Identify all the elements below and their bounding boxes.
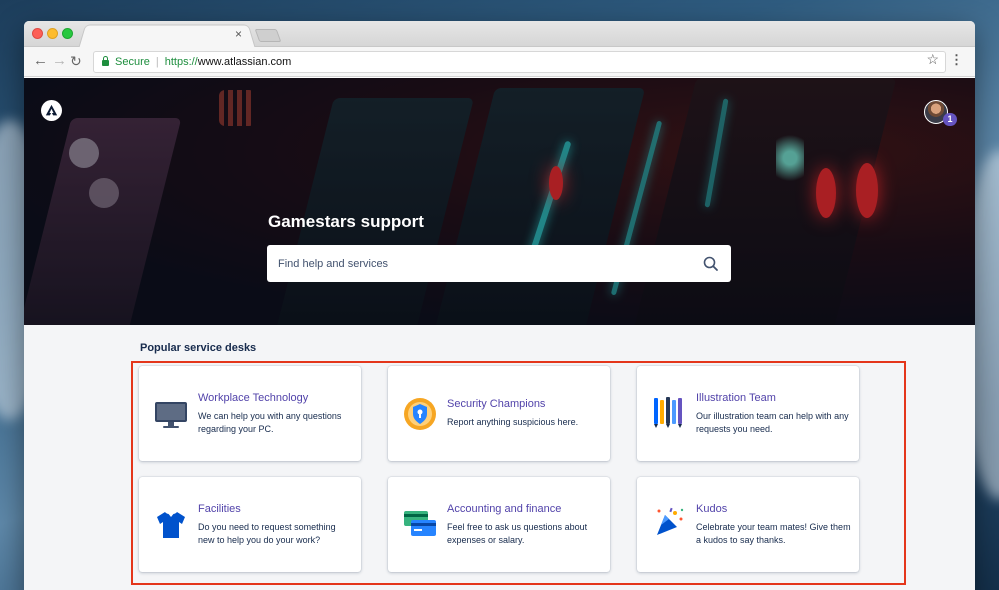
reload-icon[interactable]: ↻ (70, 52, 82, 70)
service-desk-card-accounting-finance[interactable]: Accounting and finance Feel free to ask … (388, 477, 610, 572)
tab-bar: × (24, 21, 975, 48)
url-host: www.atlassian.com (197, 56, 292, 68)
pencils-icon (654, 397, 682, 428)
tab-close-icon[interactable]: × (235, 27, 242, 41)
monitor-icon (155, 402, 187, 428)
card-title[interactable]: Accounting and finance (447, 503, 561, 515)
card-description: Do you need to request something new to … (198, 522, 336, 545)
window-minimize-button[interactable] (47, 28, 58, 39)
forward-arrow-icon[interactable]: → (52, 52, 67, 70)
card-description: Celebrate your team mates! Give them a k… (696, 522, 851, 545)
browser-tab[interactable] (78, 24, 256, 48)
card-title[interactable]: Illustration Team (696, 392, 776, 404)
card-title[interactable]: Kudos (696, 503, 727, 515)
url-scheme: https:// (164, 56, 198, 68)
browser-window: × ← → ↻ Secure | https://www.atlassian.com… (24, 21, 975, 590)
card-description: Report anything suspicious here. (447, 417, 579, 427)
notification-badge: 1 (943, 113, 957, 126)
card-description: We can help you with any questions regar… (198, 411, 342, 434)
hero-banner: 1 Gamestars support (24, 78, 975, 325)
window-close-button[interactable] (32, 28, 43, 39)
browser-menu-icon[interactable]: ⋮ (950, 52, 963, 68)
service-desk-card-kudos[interactable]: Kudos Celebrate your team mates! Give th… (637, 477, 859, 572)
browser-toolbar: ← → ↻ Secure | https://www.atlassian.com ☆… (24, 47, 975, 77)
hero-overlay (24, 78, 975, 325)
main-content: Popular service desks Workplace Technolo… (24, 325, 975, 590)
service-desk-card-facilities[interactable]: Facilities Do you need to request someth… (139, 477, 361, 572)
new-tab-button[interactable] (254, 29, 282, 42)
secure-label: Secure (115, 56, 150, 68)
window-maximize-button[interactable] (62, 28, 73, 39)
shirt-icon (157, 512, 185, 538)
service-desk-card-illustration-team[interactable]: Illustration Team Our illustration team … (637, 366, 859, 461)
search-bar (267, 245, 731, 282)
atlassian-logo-icon[interactable] (41, 100, 62, 121)
search-icon[interactable] (701, 254, 721, 274)
credit-cards-icon (404, 511, 436, 536)
card-title[interactable]: Workplace Technology (198, 392, 308, 404)
service-desk-card-workplace-technology[interactable]: Workplace Technology We can help you wit… (139, 366, 361, 461)
address-separator: | (155, 56, 159, 68)
search-input[interactable] (267, 245, 701, 282)
section-title: Popular service desks (140, 342, 257, 354)
security-badge-icon (404, 398, 436, 430)
address-bar[interactable]: Secure | https://www.atlassian.com (93, 51, 946, 73)
party-popper-icon (657, 507, 684, 535)
card-description: Feel free to ask us questions about expe… (447, 522, 588, 545)
bookmark-star-icon[interactable]: ☆ (926, 51, 939, 68)
lock-icon (102, 56, 109, 66)
card-description: Our illustration team can help with any … (696, 411, 849, 434)
card-title[interactable]: Security Champions (447, 398, 545, 410)
service-desk-card-security-champions[interactable]: Security Champions Report anything suspi… (388, 366, 610, 461)
back-arrow-icon[interactable]: ← (33, 52, 48, 70)
portal-title: Gamestars support (268, 212, 424, 231)
card-title[interactable]: Facilities (198, 503, 241, 515)
